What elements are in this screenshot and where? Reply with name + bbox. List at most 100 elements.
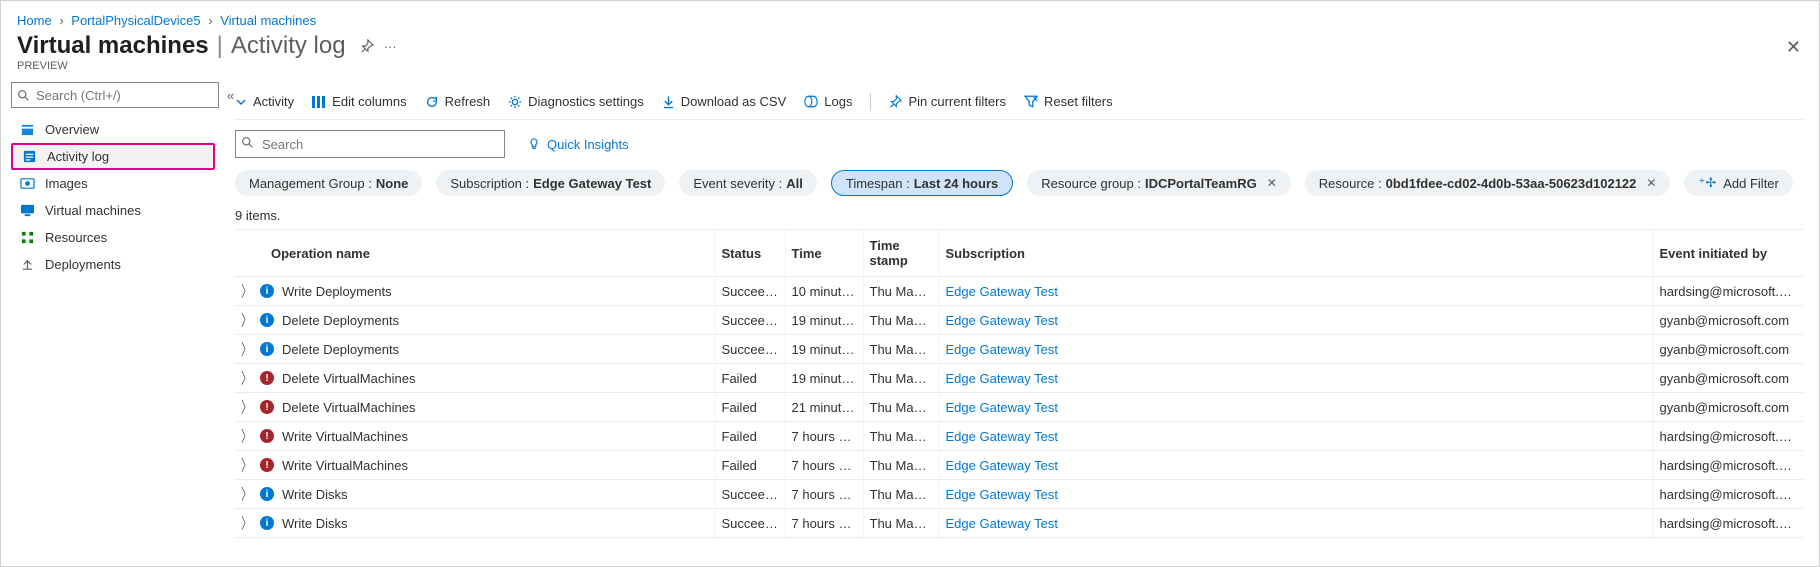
table-row[interactable]: 〉!Delete VirtualMachinesFailed19 minutes… <box>235 364 1803 393</box>
download-icon <box>662 95 675 109</box>
overview-icon <box>19 122 35 138</box>
main-search-input[interactable] <box>235 130 505 158</box>
table-row[interactable]: 〉iWrite DisksSucceeded7 hours agoThu May… <box>235 509 1803 538</box>
expand-icon[interactable]: 〉 <box>241 396 252 418</box>
cell-initiated-by: hardsing@microsoft.com <box>1653 422 1803 451</box>
reset-icon <box>1024 95 1038 108</box>
vm-icon <box>19 203 35 219</box>
expand-icon[interactable]: 〉 <box>241 454 252 476</box>
cell-operation: Delete VirtualMachines <box>282 400 415 415</box>
sidebar-item-resources[interactable]: Resources <box>11 224 215 251</box>
table-row[interactable]: 〉iWrite DeploymentsSucceeded10 minutes …… <box>235 277 1803 306</box>
pill-add-filter[interactable]: ⁺✢Add Filter <box>1684 170 1792 196</box>
table-row[interactable]: 〉iDelete DeploymentsSucceeded19 minutes … <box>235 306 1803 335</box>
expand-icon[interactable]: 〉 <box>241 512 252 534</box>
sidebar: « Overview Activity log Images Virtual m… <box>1 84 219 555</box>
cell-time: 7 hours ago <box>785 451 863 480</box>
cell-operation: Write Disks <box>282 516 347 531</box>
cmd-download-csv[interactable]: Download as CSV <box>662 94 787 109</box>
breadcrumb: Home › PortalPhysicalDevice5 › Virtual m… <box>1 1 1819 32</box>
sidebar-item-deployments[interactable]: Deployments <box>11 251 215 278</box>
cmd-diagnostics[interactable]: Diagnostics settings <box>508 94 644 109</box>
cell-subscription[interactable]: Edge Gateway Test <box>946 458 1059 473</box>
chevron-right-icon: › <box>55 13 67 28</box>
cell-operation: Delete VirtualMachines <box>282 371 415 386</box>
cell-subscription[interactable]: Edge Gateway Test <box>946 313 1059 328</box>
deployments-icon <box>19 257 35 273</box>
cell-subscription[interactable]: Edge Gateway Test <box>946 516 1059 531</box>
pill-timespan[interactable]: Timespan : Last 24 hours <box>831 170 1013 196</box>
cmd-activity[interactable]: Activity <box>235 94 294 109</box>
table-row[interactable]: 〉!Delete VirtualMachinesFailed21 minutes… <box>235 393 1803 422</box>
chevron-right-icon: › <box>204 13 216 28</box>
status-badge-icon: ! <box>260 458 274 472</box>
table-row[interactable]: 〉iWrite DisksSucceeded7 hours agoThu May… <box>235 480 1803 509</box>
cell-status: Succeeded <box>715 277 785 306</box>
pill-resource[interactable]: Resource : 0bd1fdee-cd02-4d0b-53aa-50623… <box>1305 170 1671 196</box>
cmd-reset-filters[interactable]: Reset filters <box>1024 94 1113 109</box>
cell-status: Failed <box>715 393 785 422</box>
sidebar-search-input[interactable] <box>11 82 219 108</box>
pin-icon[interactable] <box>360 39 374 53</box>
cell-time: 10 minutes … <box>785 277 863 306</box>
cmd-pin-filters[interactable]: Pin current filters <box>889 94 1006 109</box>
cell-timestamp: Thu May 27… <box>863 306 939 335</box>
table-row[interactable]: 〉iDelete DeploymentsSucceeded19 minutes … <box>235 335 1803 364</box>
pill-management-group[interactable]: Management Group : None <box>235 170 422 196</box>
cell-timestamp: Thu May 27… <box>863 480 939 509</box>
cmd-edit-columns[interactable]: Edit columns <box>312 94 406 109</box>
cell-timestamp: Thu May 27… <box>863 509 939 538</box>
cell-status: Succeeded <box>715 335 785 364</box>
expand-icon[interactable]: 〉 <box>241 483 252 505</box>
images-icon <box>19 176 35 192</box>
table-row[interactable]: 〉!Write VirtualMachinesFailed7 hours ago… <box>235 422 1803 451</box>
remove-filter-icon[interactable]: ✕ <box>1646 176 1656 190</box>
cell-subscription[interactable]: Edge Gateway Test <box>946 342 1059 357</box>
col-operation-name[interactable]: Operation name <box>235 230 715 277</box>
cmd-logs[interactable]: Logs <box>804 94 852 109</box>
expand-icon[interactable]: 〉 <box>241 280 252 302</box>
expand-icon[interactable]: 〉 <box>241 309 252 331</box>
table-row[interactable]: 〉!Write VirtualMachinesFailed7 hours ago… <box>235 451 1803 480</box>
cell-subscription[interactable]: Edge Gateway Test <box>946 487 1059 502</box>
cell-subscription[interactable]: Edge Gateway Test <box>946 400 1059 415</box>
col-subscription[interactable]: Subscription <box>939 230 1653 277</box>
col-time-stamp[interactable]: Time stamp <box>863 230 939 277</box>
item-count: 9 items. <box>235 206 1803 229</box>
col-initiated-by[interactable]: Event initiated by <box>1653 230 1803 277</box>
expand-icon[interactable]: 〉 <box>241 367 252 389</box>
more-icon[interactable]: ··· <box>384 39 397 54</box>
cell-operation: Write VirtualMachines <box>282 429 408 444</box>
expand-icon[interactable]: 〉 <box>241 425 252 447</box>
preview-label: PREVIEW <box>1 60 1819 84</box>
col-status[interactable]: Status <box>715 230 785 277</box>
sidebar-item-images[interactable]: Images <box>11 170 215 197</box>
crumb-device[interactable]: PortalPhysicalDevice5 <box>71 13 200 28</box>
sidebar-item-label: Resources <box>45 230 107 245</box>
cell-time: 7 hours ago <box>785 480 863 509</box>
close-icon[interactable]: ✕ <box>1786 37 1801 58</box>
cell-subscription[interactable]: Edge Gateway Test <box>946 429 1059 444</box>
crumb-home[interactable]: Home <box>17 13 52 28</box>
sidebar-item-activity-log[interactable]: Activity log <box>11 143 215 170</box>
cell-timestamp: Thu May 27… <box>863 422 939 451</box>
pill-severity[interactable]: Event severity : All <box>679 170 817 196</box>
expand-icon[interactable]: 〉 <box>241 338 252 360</box>
col-time[interactable]: Time <box>785 230 863 277</box>
cell-subscription[interactable]: Edge Gateway Test <box>946 371 1059 386</box>
sidebar-item-virtual-machines[interactable]: Virtual machines <box>11 197 215 224</box>
remove-filter-icon[interactable]: ✕ <box>1267 176 1277 190</box>
quick-insights-button[interactable]: Quick Insights <box>527 137 629 152</box>
status-badge-icon: i <box>260 487 274 501</box>
status-badge-icon: ! <box>260 429 274 443</box>
cmd-refresh[interactable]: Refresh <box>425 94 491 109</box>
search-icon <box>17 89 30 102</box>
crumb-vms[interactable]: Virtual machines <box>220 13 316 28</box>
pill-subscription[interactable]: Subscription : Edge Gateway Test <box>436 170 665 196</box>
sidebar-item-overview[interactable]: Overview <box>11 116 215 143</box>
command-bar: Activity Edit columns Refresh Diagnostic… <box>235 84 1803 120</box>
cell-timestamp: Thu May 27… <box>863 364 939 393</box>
collapse-icon[interactable]: « <box>227 88 234 103</box>
pill-resource-group[interactable]: Resource group : IDCPortalTeamRG✕ <box>1027 170 1291 196</box>
cell-subscription[interactable]: Edge Gateway Test <box>946 284 1059 299</box>
